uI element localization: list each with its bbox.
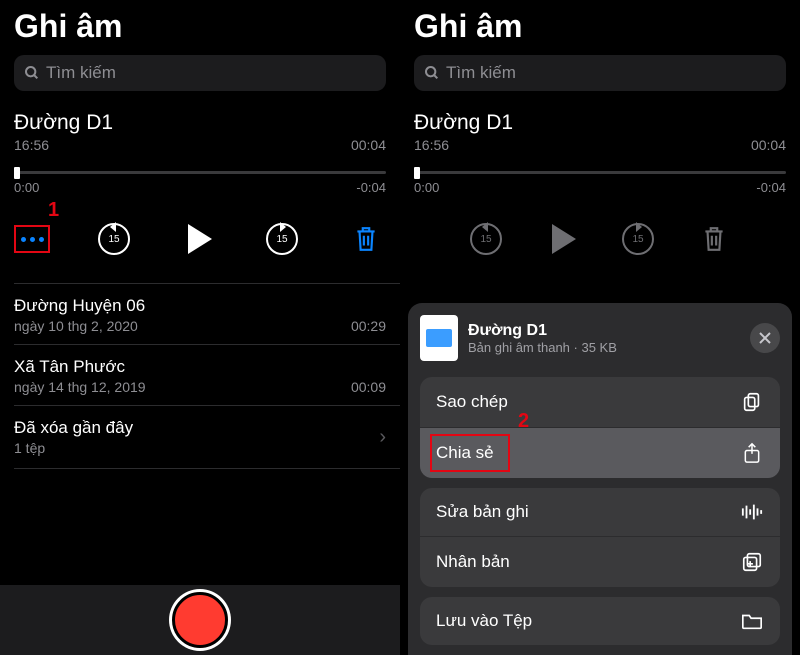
scrubber-head[interactable] [14, 167, 20, 179]
sheet-group-save: Lưu vào Tệp [420, 597, 780, 645]
search-input[interactable]: Tìm kiếm [414, 55, 786, 91]
forward-15-button[interactable]: 15 [262, 219, 302, 259]
current-time: 16:56 [14, 137, 49, 153]
edit-label: Sửa bản ghi [436, 502, 529, 522]
more-button[interactable] [14, 225, 50, 253]
record-footer [0, 585, 400, 655]
duplicate-label: Nhân bản [436, 552, 510, 572]
save-row[interactable]: Lưu vào Tệp [420, 597, 780, 645]
item-duration: 00:09 [351, 379, 386, 395]
callout-1: 1 [48, 199, 59, 222]
search-placeholder: Tìm kiếm [46, 63, 116, 83]
close-button[interactable] [750, 323, 780, 353]
screen-sharesheet: Ghi âm Tìm kiếm Đường D1 16:56 00:04 0:0… [400, 0, 800, 655]
callout-2: 2 [518, 410, 529, 433]
plus-square-icon [740, 551, 764, 573]
deleted-title: Đã xóa gần đây [14, 418, 133, 438]
scrubber-head[interactable] [414, 167, 420, 179]
track-start: 0:00 [414, 180, 439, 195]
page-title: Ghi âm [414, 8, 786, 45]
share-sheet: Đường D1 Bản ghi âm thanh · 35 KB Sao ch… [408, 303, 792, 655]
edit-row[interactable]: Sửa bản ghi [420, 488, 780, 537]
current-duration: 00:04 [751, 137, 786, 153]
sheet-group-edit: Sửa bản ghi Nhân bản [420, 488, 780, 587]
copy-row[interactable]: Sao chép [420, 377, 780, 428]
copy-icon [740, 391, 764, 413]
item-date: ngày 10 thg 2, 2020 [14, 318, 138, 334]
item-name: Đường Huyện 06 [14, 296, 386, 316]
screen-list: Ghi âm Tìm kiếm Đường D1 16:56 00:04 0:0… [0, 0, 400, 655]
current-recording-name: Đường D1 [414, 111, 786, 135]
play-icon [552, 224, 576, 254]
current-recording-name: Đường D1 [14, 111, 386, 135]
search-icon [24, 65, 40, 81]
list-item[interactable]: Đường Huyện 06 ngày 10 thg 2, 2020 00:29 [14, 284, 386, 344]
copy-label: Sao chép [436, 392, 508, 412]
rewind-15-button: 15 [466, 219, 506, 259]
share-label: Chia sẻ [436, 443, 494, 463]
forward-15-button: 15 [618, 219, 658, 259]
current-time-row: 16:56 00:04 [414, 137, 786, 153]
search-icon [424, 65, 440, 81]
rewind-15-button[interactable]: 15 [94, 219, 134, 259]
playback-controls: 1 15 15 [14, 219, 386, 259]
trash-icon [701, 225, 727, 253]
track-start: 0:00 [14, 180, 39, 195]
current-time: 16:56 [414, 137, 449, 153]
sheet-subtitle: Bản ghi âm thanh · 35 KB [468, 340, 617, 355]
play-button[interactable] [178, 219, 218, 259]
duplicate-row[interactable]: Nhân bản [420, 537, 780, 587]
list-item[interactable]: Xã Tân Phước ngày 14 thg 12, 2019 00:09 [14, 345, 386, 405]
current-duration: 00:04 [351, 137, 386, 153]
search-input[interactable]: Tìm kiếm [14, 55, 386, 91]
recently-deleted[interactable]: Đã xóa gần đây 1 tệp › [14, 406, 386, 468]
play-button [542, 219, 582, 259]
deleted-count: 1 tệp [14, 440, 133, 456]
save-label: Lưu vào Tệp [436, 611, 532, 631]
item-duration: 00:29 [351, 318, 386, 334]
waveform-icon [740, 503, 764, 521]
folder-icon [740, 612, 764, 630]
chevron-right-icon: › [379, 426, 386, 449]
scrubber-track[interactable] [414, 171, 786, 174]
track-end: -0:04 [356, 180, 386, 195]
item-date: ngày 14 thg 12, 2019 [14, 379, 146, 395]
playback-controls-dimmed: 15 15 [414, 219, 786, 259]
search-placeholder: Tìm kiếm [446, 63, 516, 83]
delete-button [694, 219, 734, 259]
record-button[interactable] [172, 592, 228, 648]
scrubber-labels: 0:00 -0:04 [414, 180, 786, 195]
sheet-group-main: Sao chép Chia sẻ 2 [420, 377, 780, 478]
share-icon [740, 442, 764, 464]
item-name: Xã Tân Phước [14, 357, 386, 377]
audio-doc-icon [420, 315, 458, 361]
trash-icon [353, 225, 379, 253]
share-row[interactable]: Chia sẻ 2 [420, 428, 780, 478]
play-icon [188, 224, 212, 254]
sheet-header: Đường D1 Bản ghi âm thanh · 35 KB [420, 315, 780, 361]
delete-button[interactable] [346, 219, 386, 259]
current-time-row: 16:56 00:04 [14, 137, 386, 153]
scrubber-track[interactable] [14, 171, 386, 174]
sheet-title: Đường D1 [468, 322, 617, 340]
scrubber-labels: 0:00 -0:04 [14, 180, 386, 195]
page-title: Ghi âm [14, 8, 386, 45]
track-end: -0:04 [756, 180, 786, 195]
close-icon [759, 332, 771, 344]
